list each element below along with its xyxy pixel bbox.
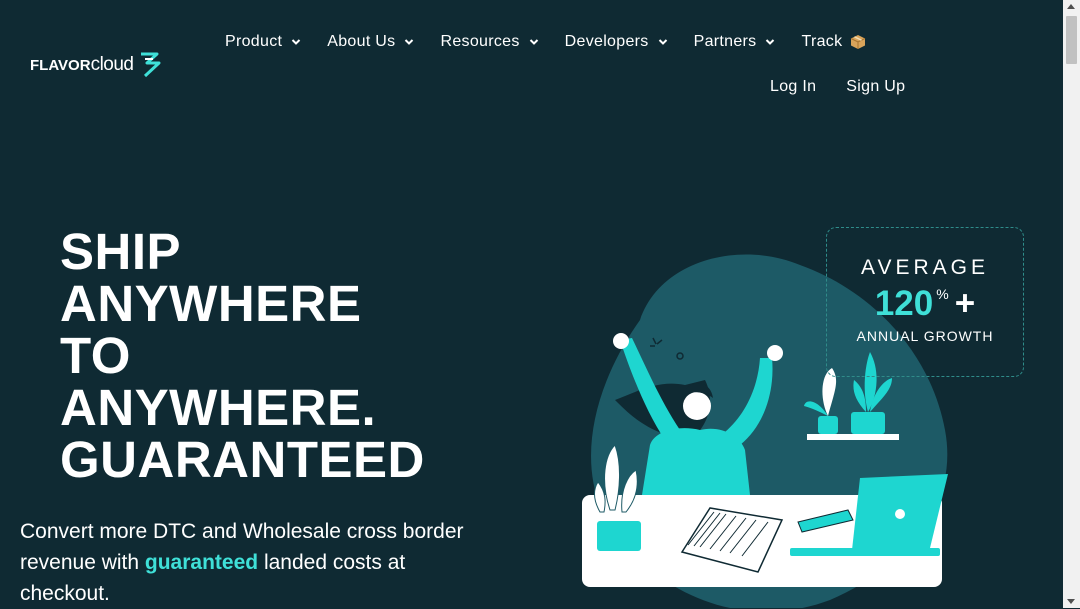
- nav-track-label: Track: [801, 33, 843, 50]
- shelf-pot-1: [818, 416, 838, 434]
- nav-track[interactable]: Track: [788, 31, 879, 53]
- stat-number: 120: [874, 284, 934, 323]
- scroll-down-icon[interactable]: [1067, 599, 1075, 604]
- hero-title-line: ANYWHERE.: [60, 379, 377, 436]
- stat-value: 120% +: [827, 284, 1023, 324]
- nav-developers[interactable]: Developers: [552, 31, 681, 53]
- chevron-down-icon: [405, 39, 414, 45]
- page-scrollbar[interactable]: [1063, 0, 1080, 608]
- nav-about-us[interactable]: About Us: [314, 31, 427, 53]
- hero-title-line: ANYWHERE: [60, 275, 362, 332]
- nav-partners[interactable]: Partners: [681, 31, 789, 53]
- stat-percent: %: [936, 286, 949, 302]
- logo-wordmark: FLAVORcloud: [30, 54, 134, 76]
- logo-mark-icon: [141, 52, 161, 78]
- growth-stat-card: AVERAGE 120% + ANNUAL GROWTH: [826, 227, 1024, 377]
- scroll-up-icon[interactable]: [1067, 4, 1075, 9]
- stat-heading: AVERAGE: [861, 256, 989, 279]
- hero-title-line: SHIP: [60, 223, 182, 280]
- hero-title-line: GUARANTEED: [60, 431, 425, 488]
- hero-subtitle: Convert more DTC and Wholesale cross bor…: [20, 516, 490, 609]
- auth-nav: Log In Sign Up: [755, 76, 920, 98]
- hero-title-line: TO: [60, 327, 131, 384]
- chevron-down-icon: [529, 39, 538, 45]
- stat-label: ANNUAL GROWTH: [856, 328, 994, 344]
- chevron-down-icon: [292, 39, 301, 45]
- nav-resources[interactable]: Resources: [427, 31, 551, 53]
- shelf-pot-2: [851, 412, 885, 434]
- hero-sub-highlight: guaranteed: [144, 551, 259, 574]
- scrollbar-thumb[interactable]: [1066, 16, 1077, 64]
- logo-text-bold: FLAVOR: [30, 57, 91, 74]
- shelf: [807, 434, 899, 440]
- hand-left: [613, 333, 629, 349]
- nav-about-us-label: About Us: [327, 33, 396, 50]
- plant-pot-left: [597, 521, 641, 551]
- package-icon: [851, 35, 866, 49]
- nav-product[interactable]: Product: [212, 31, 314, 53]
- flavorcloud-logo[interactable]: FLAVORcloud: [30, 52, 161, 78]
- nav-partners-label: Partners: [693, 33, 757, 50]
- nav-product-label: Product: [225, 33, 283, 50]
- login-link[interactable]: Log In: [755, 76, 831, 98]
- hand-right: [767, 345, 783, 361]
- hero-title: SHIP ANYWHERE TO ANYWHERE. GUARANTEED: [60, 226, 425, 486]
- person-head: [683, 392, 711, 420]
- nav-developers-label: Developers: [564, 33, 649, 50]
- stat-plus: +: [954, 284, 976, 323]
- signup-link[interactable]: Sign Up: [831, 76, 920, 98]
- main-nav: Product About Us Resources Developers Pa…: [212, 31, 879, 53]
- chevron-down-icon: [658, 39, 667, 45]
- chevron-down-icon: [766, 39, 775, 45]
- nav-resources-label: Resources: [440, 33, 520, 50]
- logo-text-light: cloud: [90, 54, 134, 75]
